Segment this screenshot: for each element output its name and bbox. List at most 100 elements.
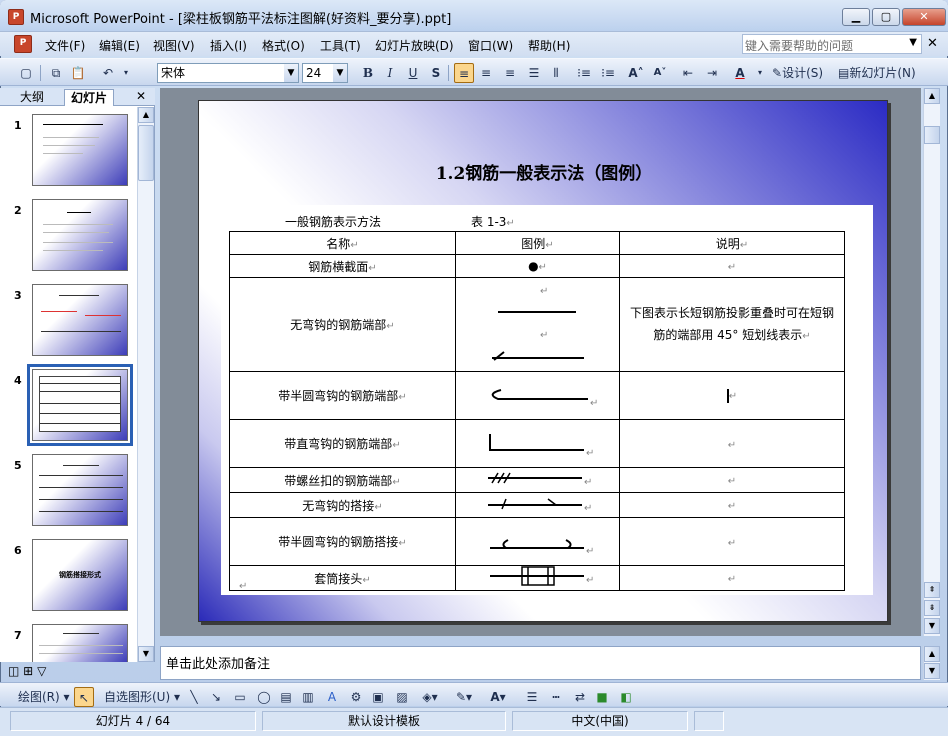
status-language: 中文(中国) bbox=[512, 711, 688, 731]
minimize-button[interactable]: ▁ bbox=[842, 8, 870, 26]
menu-file[interactable]: 文件(F) bbox=[45, 37, 85, 54]
slide-thumbnail-2[interactable] bbox=[32, 199, 128, 271]
clipart-icon[interactable]: ▣ bbox=[370, 687, 386, 707]
font-dropdown-icon[interactable]: ▼ bbox=[284, 64, 298, 82]
wordart-icon[interactable]: A bbox=[324, 687, 340, 707]
scroll-thumb[interactable] bbox=[924, 126, 940, 144]
scroll-thumb[interactable] bbox=[138, 125, 154, 181]
maximize-button[interactable]: ▢ bbox=[872, 8, 900, 26]
powerpoint-app-icon[interactable]: P bbox=[8, 9, 24, 25]
scroll-up-icon[interactable]: ▲ bbox=[138, 107, 154, 123]
line-color-icon[interactable]: ✎▾ bbox=[456, 687, 472, 707]
bold-icon[interactable]: B bbox=[360, 63, 376, 83]
increase-indent-icon[interactable]: ⇥ bbox=[704, 63, 720, 83]
next-slide-icon[interactable]: ⇟ bbox=[924, 600, 940, 616]
draw-menu-button[interactable]: 绘图(R) ▾ bbox=[18, 687, 70, 707]
distribute-icon[interactable]: ⦀ bbox=[548, 63, 564, 83]
help-search-input[interactable]: 键入需要帮助的问题 ▼ bbox=[742, 34, 922, 54]
menu-help[interactable]: 帮助(H) bbox=[528, 37, 570, 54]
scroll-down-icon[interactable]: ▼ bbox=[924, 663, 940, 679]
scroll-down-icon[interactable]: ▼ bbox=[924, 618, 940, 634]
slide-thumbnail-1[interactable] bbox=[32, 114, 128, 186]
scroll-up-icon[interactable]: ▲ bbox=[924, 88, 940, 104]
decrease-font-icon[interactable]: A˅ bbox=[652, 63, 668, 83]
current-slide[interactable]: 1.2钢筋一般表示法（图例） 一般钢筋表示方法 表 1-3↵ 名称↵ 图例↵ 说… bbox=[198, 100, 888, 622]
undo-icon[interactable]: ↶ bbox=[100, 63, 116, 83]
scroll-down-icon[interactable]: ▼ bbox=[138, 646, 154, 662]
normal-view-icon[interactable]: ◫ bbox=[8, 664, 19, 678]
align-center-icon[interactable]: ≡ bbox=[478, 63, 494, 83]
arrow-style-icon[interactable]: ⇄ bbox=[572, 687, 588, 707]
font-combo[interactable]: 宋体 ▼ bbox=[157, 63, 299, 83]
line-icon[interactable]: ╲ bbox=[186, 687, 202, 707]
document-close-button[interactable]: ✕ bbox=[927, 36, 938, 51]
select-pointer-icon[interactable]: ↖ bbox=[74, 687, 94, 707]
menu-tools[interactable]: 工具(T) bbox=[320, 37, 361, 54]
align-right-icon[interactable]: ≡ bbox=[502, 63, 518, 83]
menu-format[interactable]: 格式(O) bbox=[262, 37, 305, 54]
3d-style-icon[interactable]: ◧ bbox=[618, 687, 634, 707]
size-dropdown-icon[interactable]: ▼ bbox=[333, 64, 347, 82]
undo-dropdown-icon[interactable]: ▾ bbox=[118, 63, 134, 83]
font-color-dropdown-icon[interactable]: ▾ bbox=[752, 63, 768, 83]
menu-edit[interactable]: 编辑(E) bbox=[99, 37, 140, 54]
slide-thumbnail-3[interactable] bbox=[32, 284, 128, 356]
close-button[interactable]: ✕ bbox=[902, 8, 946, 26]
main-scrollbar[interactable]: ▲ ⇞ ⇟ ▼ bbox=[923, 88, 940, 636]
panel-scrollbar[interactable]: ▲ ▼ bbox=[137, 107, 154, 662]
design-button[interactable]: ✎设计(S) bbox=[772, 63, 823, 83]
menu-slideshow[interactable]: 幻灯片放映(D) bbox=[375, 37, 454, 54]
vertical-textbox-icon[interactable]: ▥ bbox=[300, 687, 316, 707]
slide-thumbnail-4-selected[interactable] bbox=[27, 364, 133, 446]
new-icon[interactable]: ▢ bbox=[18, 63, 34, 83]
new-slide-button[interactable]: ▤新幻灯片(N) bbox=[838, 63, 916, 83]
menu-insert[interactable]: 插入(I) bbox=[210, 37, 247, 54]
slide-thumbnail-6[interactable]: 钢筋搭接形式 bbox=[32, 539, 128, 611]
dash-style-icon[interactable]: ┅ bbox=[548, 687, 564, 707]
font-color-draw-icon[interactable]: A▾ bbox=[490, 687, 506, 707]
notes-scrollbar[interactable]: ▲ ▼ bbox=[923, 646, 940, 680]
panel-close-icon[interactable]: ✕ bbox=[136, 89, 146, 103]
line-style-icon[interactable]: ☰ bbox=[524, 687, 540, 707]
legend-table-container[interactable]: 一般钢筋表示方法 表 1-3↵ 名称↵ 图例↵ 说明↵ 钢筋横截面↵ ●↵ ↵ … bbox=[221, 205, 873, 595]
slide-number: 1 bbox=[14, 119, 22, 132]
slide-title[interactable]: 1.2钢筋一般表示法（图例） bbox=[199, 159, 889, 184]
picture-icon[interactable]: ▨ bbox=[394, 687, 410, 707]
rectangle-icon[interactable]: ▭ bbox=[232, 687, 248, 707]
tab-slides[interactable]: 幻灯片 bbox=[64, 89, 115, 106]
tab-outline[interactable]: 大纲 bbox=[14, 89, 50, 106]
copy-icon[interactable]: ⧉ bbox=[48, 63, 64, 83]
help-dropdown-icon[interactable]: ▼ bbox=[909, 37, 917, 48]
textbox-icon[interactable]: ▤ bbox=[278, 687, 294, 707]
numbering-icon[interactable]: ⁝≡ bbox=[576, 63, 592, 83]
scroll-up-icon[interactable]: ▲ bbox=[924, 646, 940, 662]
font-color-icon[interactable]: A bbox=[732, 63, 748, 83]
diagram-icon[interactable]: ⚙ bbox=[348, 687, 364, 707]
slide-number: 6 bbox=[14, 544, 22, 557]
underline-icon[interactable]: U bbox=[405, 63, 421, 83]
fill-color-icon[interactable]: ◈▾ bbox=[422, 687, 438, 707]
arrow-icon[interactable]: ↘ bbox=[208, 687, 224, 707]
notes-pane[interactable]: 单击此处添加备注 bbox=[160, 646, 921, 680]
slide-thumbnail-5[interactable] bbox=[32, 454, 128, 526]
menu-view[interactable]: 视图(V) bbox=[153, 37, 195, 54]
oval-icon[interactable]: ◯ bbox=[256, 687, 272, 707]
justify-icon[interactable]: ☰ bbox=[526, 63, 542, 83]
increase-font-icon[interactable]: A˄ bbox=[628, 63, 644, 83]
bullets-icon[interactable]: ⁝≡ bbox=[600, 63, 616, 83]
menu-window[interactable]: 窗口(W) bbox=[468, 37, 513, 54]
shadow-style-icon[interactable]: ■ bbox=[594, 687, 610, 707]
previous-slide-icon[interactable]: ⇞ bbox=[924, 582, 940, 598]
italic-icon[interactable]: I bbox=[382, 63, 398, 83]
decrease-indent-icon[interactable]: ⇤ bbox=[680, 63, 696, 83]
document-icon[interactable]: P bbox=[14, 35, 32, 53]
slide-sorter-view-icon[interactable]: ⊞ bbox=[23, 664, 33, 678]
rebar-end-straight-hook-legend: ↵ bbox=[455, 419, 620, 468]
paste-icon[interactable]: 📋 bbox=[70, 63, 86, 83]
slideshow-view-icon[interactable]: ▽ bbox=[37, 664, 46, 678]
font-size-combo[interactable]: 24 ▼ bbox=[302, 63, 348, 83]
slide-thumbnail-7[interactable] bbox=[32, 624, 128, 662]
autoshapes-button[interactable]: 自选图形(U) ▾ bbox=[104, 687, 180, 707]
align-left-icon[interactable]: ≡ bbox=[454, 63, 474, 83]
shadow-icon[interactable]: S bbox=[428, 63, 444, 83]
